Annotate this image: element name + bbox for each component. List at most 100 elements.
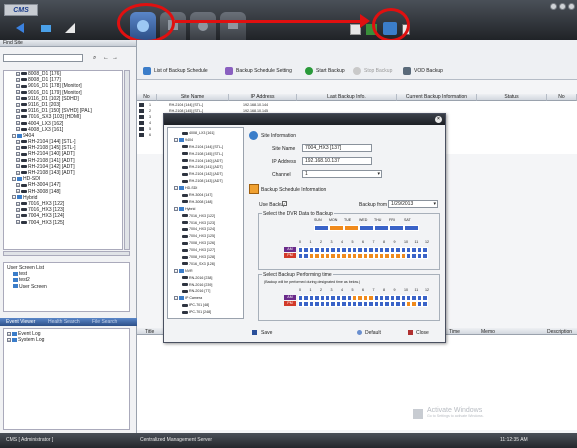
tab-file-search[interactable]: File Search [92, 319, 117, 325]
dialog-tree-item[interactable]: RH-3004 [147] [172, 192, 243, 199]
dialog-tree-item[interactable]: RN-2016 [239] [172, 282, 243, 289]
start-backup-button[interactable]: Start Backup [305, 66, 345, 76]
dialog-tree-item[interactable]: - IP Camera [172, 295, 243, 302]
dialog-tree-item[interactable]: RH-2104 [144] [STL-] [172, 144, 243, 151]
dialog-tree-item[interactable]: - NVR [172, 268, 243, 275]
col-no-2[interactable]: No [547, 94, 577, 101]
site-name-field[interactable]: 7004_HX3 [137] [302, 144, 372, 152]
dialog-tree-item[interactable]: - Hybrid [172, 206, 243, 213]
dialog-close-button[interactable]: × [435, 116, 442, 123]
hour-cell[interactable] [422, 301, 428, 307]
dialog-tree-item[interactable]: -9404 [172, 137, 243, 144]
expand-icon[interactable]: + [16, 201, 20, 206]
day-cell[interactable] [344, 225, 359, 231]
day-cell[interactable] [374, 225, 389, 231]
tree-scrollbar[interactable] [124, 70, 130, 250]
col-no[interactable]: No [137, 94, 157, 101]
expand-icon[interactable]: + [16, 102, 20, 107]
dialog-tree-item[interactable]: RN-2016 [238] [172, 275, 243, 282]
prev-icon[interactable]: ← [103, 55, 109, 61]
tab-health-search[interactable]: Health Search [48, 319, 80, 325]
minimize-button[interactable] [550, 3, 557, 10]
col-current-backup[interactable]: Current Backup Information [397, 94, 477, 101]
dialog-tree-item[interactable]: RH-2108 [141] [ADT] [172, 164, 243, 171]
expand-icon[interactable]: + [16, 152, 20, 157]
tab-event-viewer[interactable]: Event Viewer [6, 319, 35, 325]
tree-hscrollbar[interactable] [3, 251, 130, 256]
col-ip[interactable]: IP Address [229, 94, 297, 101]
expand-icon[interactable]: + [16, 127, 20, 132]
dialog-tree-item[interactable]: IPC-701 [248] [172, 309, 243, 316]
expand-icon[interactable]: - [12, 133, 16, 138]
expand-icon[interactable]: + [16, 84, 20, 89]
dialog-tree-item[interactable]: 7004_HX3 [127] [172, 247, 243, 254]
dialog-tree-item[interactable]: 7004_HX3 [124] [172, 226, 243, 233]
vod-backup-button[interactable]: VOD Backup [403, 66, 443, 76]
expand-icon[interactable]: + [16, 108, 20, 113]
expand-icon[interactable]: + [16, 90, 20, 95]
expand-icon[interactable]: - [12, 195, 16, 200]
close-dialog-button[interactable]: Close [416, 330, 429, 336]
expand-icon[interactable]: + [16, 183, 20, 188]
expand-icon[interactable]: + [16, 145, 20, 150]
day-cell[interactable] [359, 225, 374, 231]
maximize-button[interactable] [559, 3, 566, 10]
expand-icon[interactable]: + [16, 139, 20, 144]
dialog-tree-item[interactable]: 7004_HX3 [125] [172, 233, 243, 240]
find-site-input[interactable] [3, 54, 83, 62]
expand-icon[interactable]: - [174, 186, 178, 191]
expand-icon[interactable]: - [174, 206, 178, 211]
expand-icon[interactable]: + [16, 207, 20, 212]
ip-address-field[interactable]: 192.168.10.137 [302, 157, 372, 165]
tab-3[interactable] [190, 12, 216, 40]
tab-4[interactable] [220, 12, 246, 40]
dialog-tree-item[interactable]: 4008_LX3 [161] [172, 130, 243, 137]
dialog-tree-item[interactable]: RH-2108 [143] [ADT] [172, 178, 243, 185]
expand-icon[interactable]: + [16, 170, 20, 175]
expand-icon[interactable]: + [16, 164, 20, 169]
day-cell[interactable] [404, 225, 419, 231]
default-button[interactable]: Default [365, 330, 381, 336]
expand-icon[interactable]: + [16, 121, 20, 126]
expand-icon[interactable]: + [16, 213, 20, 218]
search-icon[interactable]: ⌕ [93, 55, 96, 62]
expand-icon[interactable]: - [174, 137, 178, 142]
dialog-tree-item[interactable]: RH-2108 [145] [STL-] [172, 151, 243, 158]
next-icon[interactable]: → [112, 55, 118, 61]
expand-icon[interactable]: + [16, 114, 20, 119]
dialog-tree-item[interactable]: RN-2016 [77] [172, 288, 243, 295]
expand-icon[interactable]: + [16, 77, 20, 82]
tree-item[interactable]: +7004_HX3 [125] [8, 220, 122, 226]
expand-icon[interactable]: - [12, 176, 16, 181]
list-backup-schedule-button[interactable]: List of Backup Schedule [143, 66, 208, 76]
use-backup-checkbox[interactable]: ✓ [282, 201, 287, 206]
expand-icon[interactable]: - [174, 296, 178, 301]
dialog-tree-item[interactable]: 7016_HX3 [122] [172, 213, 243, 220]
expand-icon[interactable]: + [16, 220, 20, 225]
dialog-tree-item[interactable]: 7016_SX3 [128] [172, 261, 243, 268]
expand-icon[interactable]: + [16, 189, 20, 194]
day-cell[interactable] [389, 225, 404, 231]
expand-icon[interactable]: + [16, 158, 20, 163]
col-last-backup[interactable]: Last Backup Info. [297, 94, 397, 101]
user-screen-item[interactable]: User Screen [7, 284, 126, 290]
back-icon[interactable] [14, 22, 26, 34]
day-cell[interactable] [329, 225, 344, 231]
dialog-tree-item[interactable]: 7016_HX3 [123] [172, 220, 243, 227]
save-button[interactable]: Save [261, 330, 272, 336]
hour-cell[interactable] [422, 253, 428, 259]
dialog-tree-item[interactable]: - HD-SDI [172, 185, 243, 192]
live-icon[interactable] [40, 22, 52, 34]
close-button[interactable] [568, 3, 575, 10]
dialog-tree-item[interactable]: RH-3008 [148] [172, 199, 243, 206]
stop-backup-button[interactable]: Stop Backup [353, 66, 392, 76]
dialog-tree-item[interactable]: IPC-701 [48] [172, 302, 243, 309]
dialog-tree-item[interactable]: 7008_HX3 [126] [172, 240, 243, 247]
col-site-name[interactable]: Site Name [157, 94, 229, 101]
expand-icon[interactable]: + [16, 71, 20, 76]
channel-select[interactable]: 1 ▾ [302, 170, 382, 178]
dialog-tree-item[interactable]: RH-2104 [140] [ADT] [172, 158, 243, 165]
backup-schedule-setting-button[interactable]: Backup Schedule Setting [225, 66, 292, 76]
backup-from-date[interactable]: 1/29/2013 ▾ [388, 200, 438, 208]
system-log-item[interactable]: + System Log [7, 337, 126, 343]
